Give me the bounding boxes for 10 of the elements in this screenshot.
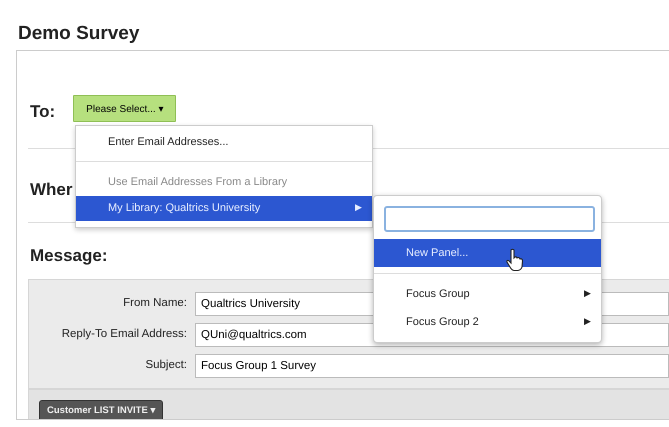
- field-label: Reply-To Email Address:: [60, 327, 188, 342]
- to-label: To:: [30, 101, 56, 123]
- field-label: From Name:: [122, 296, 188, 312]
- when-label: Wher: [30, 180, 72, 199]
- message-label: Message:: [30, 246, 108, 265]
- submenu-arrow-icon: ▶: [355, 201, 362, 215]
- menu-header: Use Email Addresses From a Library: [107, 175, 288, 190]
- submenu-arrow-icon: ▶: [584, 287, 591, 301]
- page-title: Demo Survey: [18, 22, 140, 46]
- field-label: Subject:: [144, 358, 188, 374]
